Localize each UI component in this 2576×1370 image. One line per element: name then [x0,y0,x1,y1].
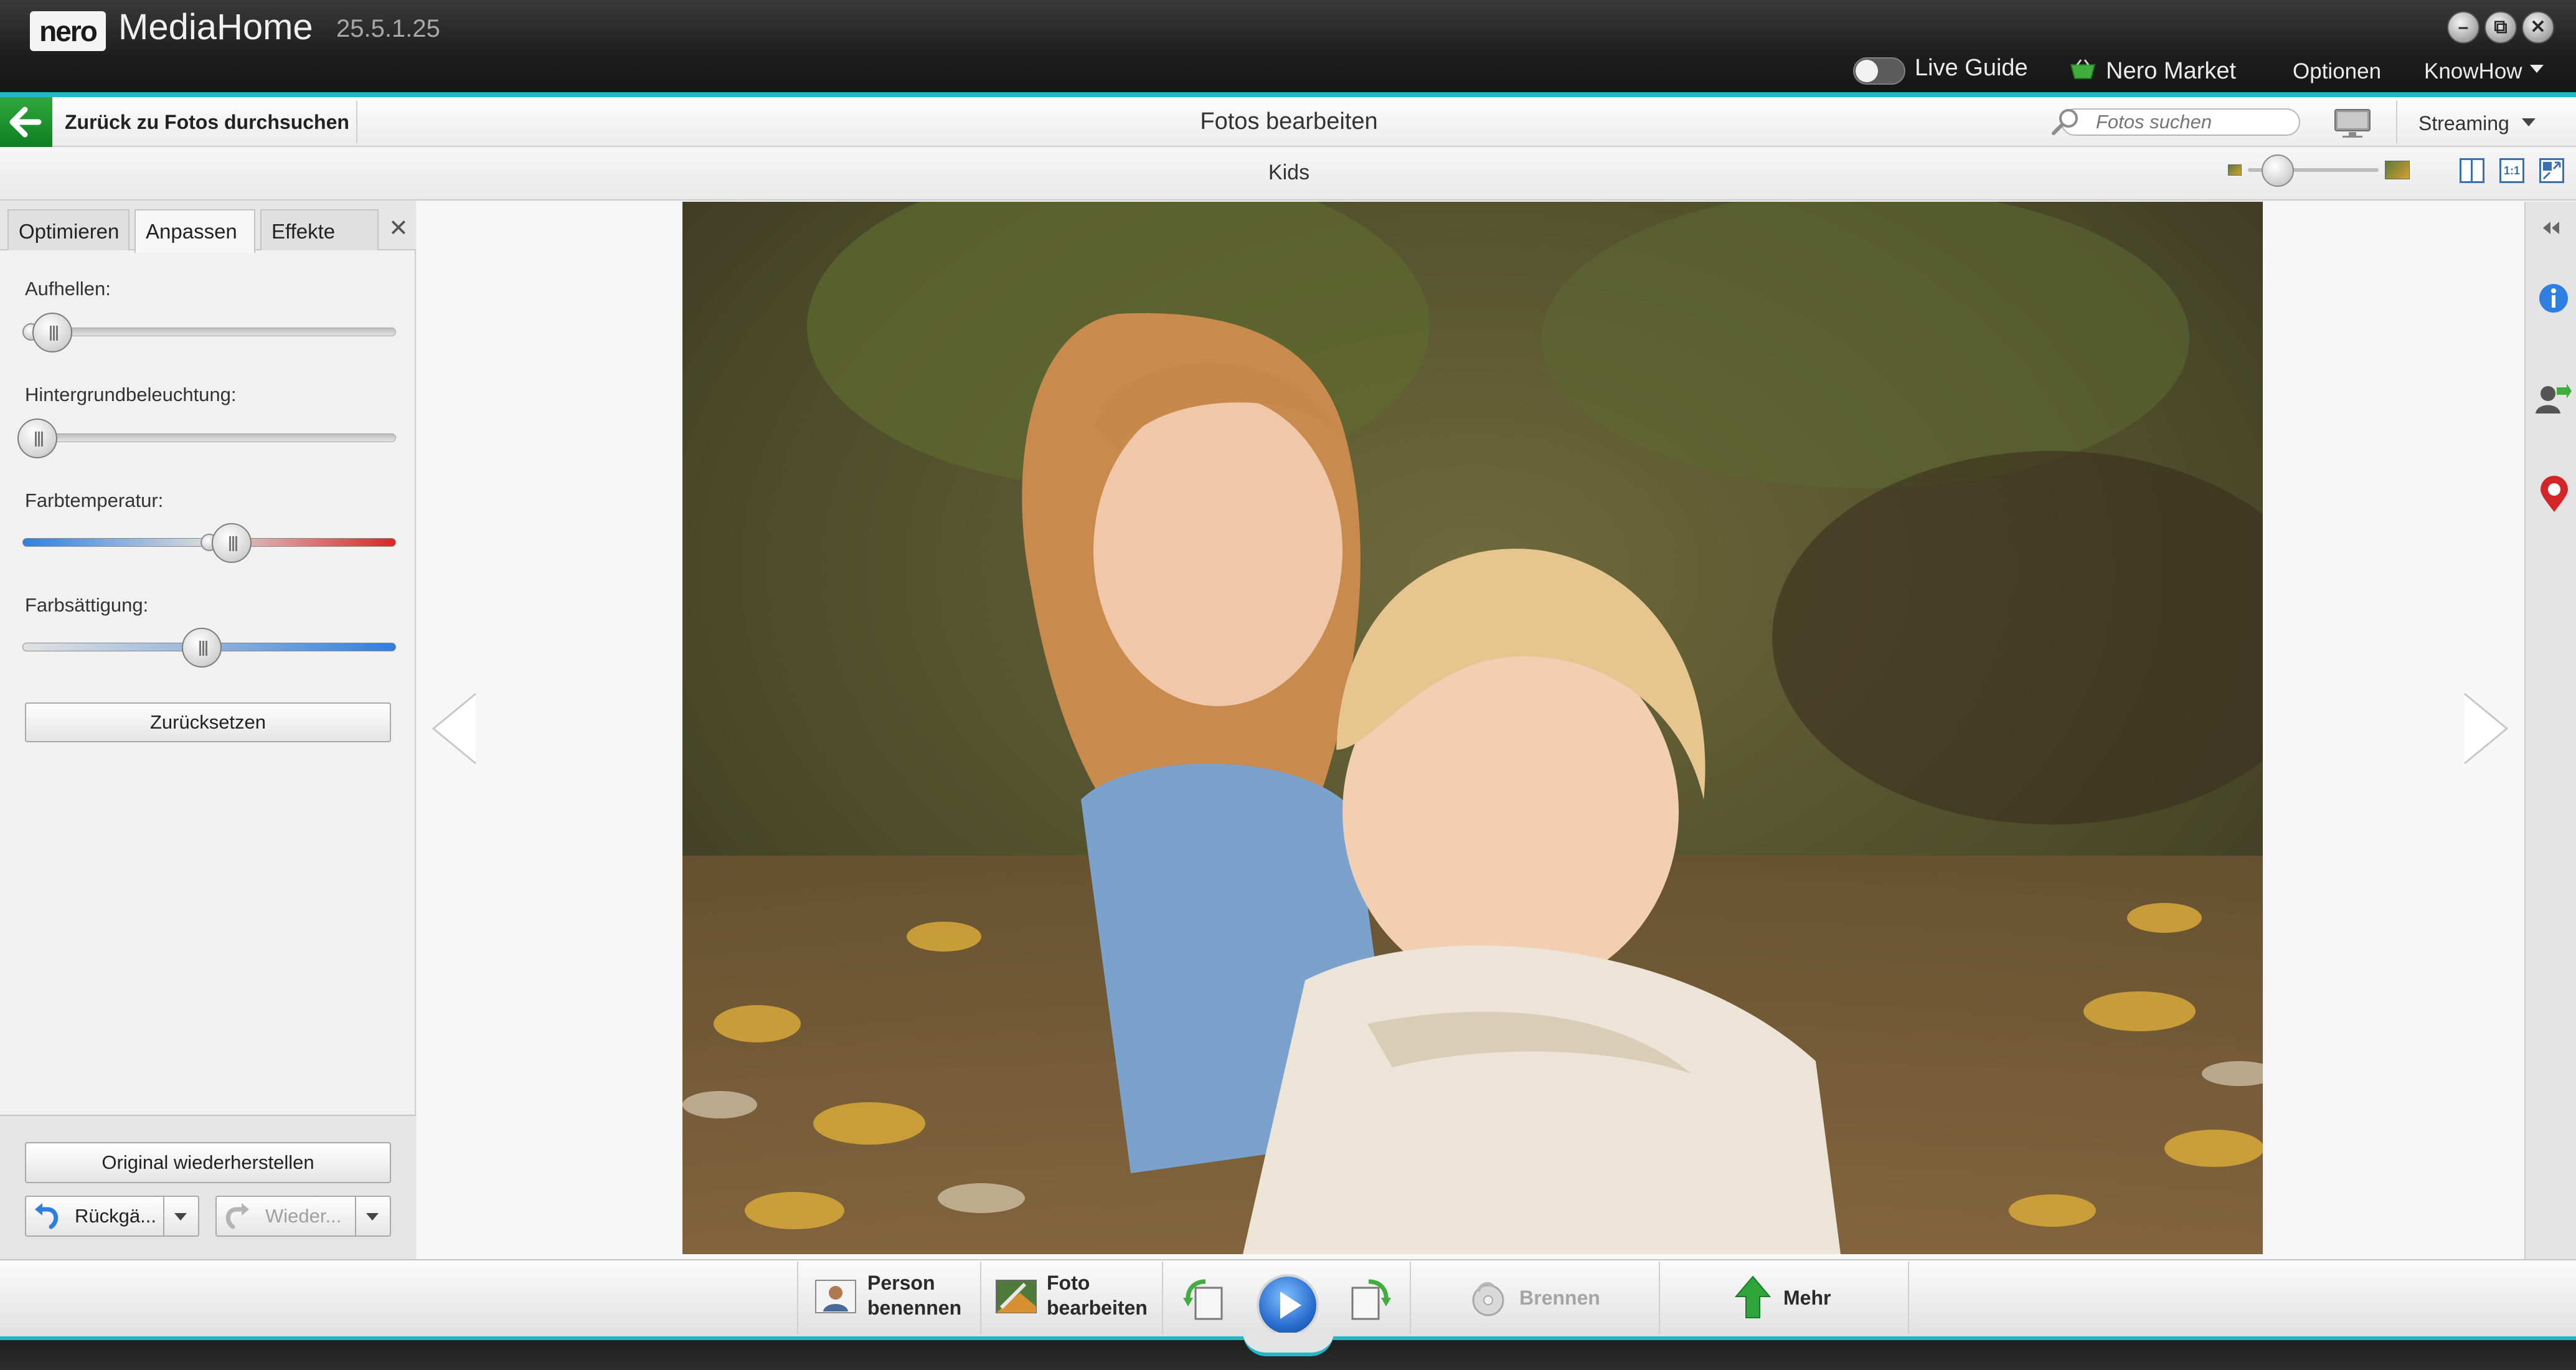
name-person-button[interactable]: Person benennen [867,1270,961,1320]
tab-anpassen[interactable]: Anpassen [134,209,255,253]
brighten-label: Aufhellen: [25,278,111,300]
person-tag-icon[interactable] [2534,381,2572,415]
edit-photo-line1: Foto [1047,1272,1090,1294]
chevron-down-icon [174,1213,187,1221]
nero-logo: nero [30,11,106,51]
color-temperature-label: Farbtemperatur: [25,489,164,511]
panel-footer [0,1115,416,1259]
search-input[interactable] [2061,108,2300,136]
info-icon[interactable] [2538,283,2569,314]
play-icon [1280,1292,1301,1319]
bottom-notch [1243,1333,1334,1356]
fit-view-button[interactable] [2539,158,2564,183]
edit-photo-button[interactable]: Foto bearbeiten [1047,1270,1148,1320]
knowhow-menu[interactable]: KnowHow [2424,59,2522,84]
brighten-slider-thumb[interactable] [32,313,72,352]
chevron-down-icon [2522,118,2536,126]
monitor-icon[interactable] [2333,108,2372,138]
split-view-button[interactable] [2460,158,2484,183]
rotate-left-icon[interactable] [1182,1277,1227,1321]
redo-dropdown-button[interactable] [356,1196,391,1237]
backlight-label: Hintergrundbeleuchtung: [25,384,237,405]
back-label[interactable]: Zurück zu Fotos durchsuchen [65,111,349,134]
nero-market-link[interactable]: Nero Market [2106,58,2236,85]
previous-photo-arrow[interactable] [430,691,479,766]
page-title: Fotos bearbeiten [1200,108,1378,135]
photo [682,202,2263,1254]
action-divider [1410,1262,1411,1334]
reset-button[interactable]: Zurücksetzen [25,702,391,742]
undo-icon [35,1203,59,1229]
edit-photo-line2: bearbeiten [1047,1297,1148,1319]
edit-photo-icon[interactable] [995,1279,1037,1314]
back-arrow-icon [9,106,42,138]
album-title: Kids [1268,161,1310,184]
options-menu[interactable]: Optionen [2293,59,2381,84]
burn-button[interactable]: Brennen [1519,1285,1600,1310]
chevron-down-icon [2530,65,2544,73]
collapse-icon[interactable] [2541,219,2562,237]
rotate-right-icon[interactable] [1347,1277,1392,1321]
search-icon [2052,109,2078,135]
action-divider [980,1262,981,1334]
back-button[interactable] [0,97,52,147]
small-thumbnail-icon [2228,164,2242,176]
action-divider [1162,1262,1163,1334]
map-pin-icon[interactable] [2539,476,2569,513]
streaming-menu[interactable]: Streaming [2418,112,2509,135]
next-photo-arrow[interactable] [2461,691,2511,766]
saturation-slider-thumb[interactable] [182,628,222,668]
color-temperature-slider-thumb[interactable] [212,523,252,563]
restore-original-button[interactable]: Original wiederherstellen [25,1142,391,1183]
backlight-slider[interactable] [22,433,396,442]
name-person-line1: Person [867,1272,935,1294]
redo-icon [225,1203,249,1229]
live-guide-link[interactable]: Live Guide [1915,55,2028,82]
action-divider [1908,1262,1909,1334]
info-sidebar [2524,202,2576,1259]
actual-size-button[interactable]: 1:1 [2499,158,2524,183]
backlight-slider-thumb[interactable] [17,418,57,458]
close-window-button[interactable]: ✕ [2522,11,2554,44]
toolbar-divider [2396,101,2397,143]
up-arrow-icon[interactable] [1735,1275,1771,1319]
name-person-line2: benennen [867,1297,962,1319]
toggle-knob [1856,60,1878,82]
app-version: 25.5.1.25 [336,15,440,42]
action-divider [1659,1262,1660,1334]
toolbar-divider [356,101,357,143]
basket-icon [2070,59,2096,79]
saturation-label: Farbsättigung: [25,594,149,616]
tab-optimieren[interactable]: Optimieren [7,209,130,250]
burn-disc-icon [1472,1282,1504,1316]
close-panel-icon[interactable]: ✕ [389,214,408,242]
action-divider [797,1262,798,1334]
person-icon[interactable] [814,1279,857,1314]
accent-line [0,92,2576,97]
more-button[interactable]: Mehr [1783,1285,1831,1310]
undo-dropdown-button[interactable] [164,1196,199,1237]
tab-effekte[interactable]: Effekte [260,209,379,250]
large-thumbnail-icon [2385,161,2410,179]
app-name: MediaHome [118,7,313,47]
brighten-slider[interactable] [22,328,396,336]
maximize-button[interactable]: ⧉ [2484,11,2517,44]
fit-icon [2542,161,2561,180]
minimize-button[interactable]: – [2447,11,2479,44]
zoom-slider-thumb[interactable] [2262,154,2294,187]
chevron-down-icon [366,1213,379,1221]
